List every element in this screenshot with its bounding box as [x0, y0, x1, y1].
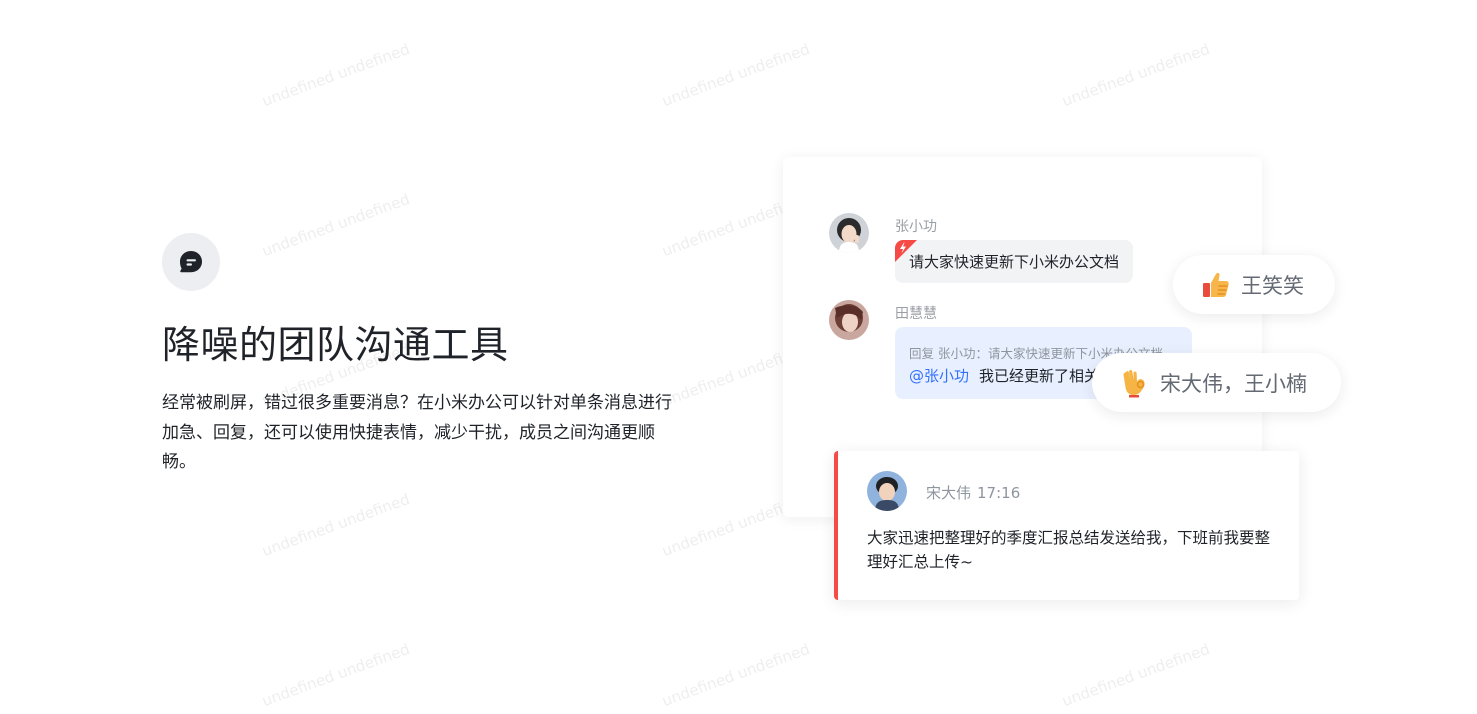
avatar: [829, 213, 869, 253]
chat-bubble-icon: [178, 249, 204, 275]
sender-name: 张小功: [895, 219, 937, 235]
message-meta: 宋大伟 17:16: [926, 482, 1020, 503]
message-bubble[interactable]: 请大家快速更新下小米办公文档: [895, 240, 1134, 283]
watermark-text: undefined undefined: [659, 639, 813, 711]
thumbs-up-icon: [1201, 270, 1231, 300]
feature-page: undefined undefined undefined undefined …: [0, 0, 1477, 714]
feature-icon-circle: [162, 233, 220, 291]
reaction-pill[interactable]: 宋大伟，王小楠: [1092, 353, 1341, 412]
urgent-message-card[interactable]: 宋大伟 17:16 大家迅速把整理好的季度汇报总结发送给我，下班前我要整理好汇总上…: [834, 451, 1299, 600]
watermark-text: undefined undefined: [659, 39, 813, 111]
message-text: 大家迅速把整理好的季度汇报总结发送给我，下班前我要整理好汇总上传~: [867, 529, 1271, 571]
urgent-flag-icon: [895, 240, 917, 262]
message-text: 请大家快速更新下小米办公文档: [909, 253, 1120, 271]
watermark-text: undefined undefined: [259, 489, 413, 561]
sender-name: 田慧慧: [895, 306, 937, 322]
avatar: [867, 471, 907, 511]
feature-description: 经常被刷屏，错过很多重要消息？在小米办公可以针对单条消息进行加急、回复，还可以使…: [162, 393, 672, 472]
watermark-text: undefined undefined: [259, 39, 413, 111]
message-time: 17:16: [977, 484, 1021, 502]
feature-title: 降噪的团队沟通工具: [162, 323, 509, 367]
watermark-text: undefined undefined: [1059, 39, 1213, 111]
sender-name: 宋大伟: [926, 484, 972, 502]
mention-link[interactable]: @张小功: [909, 367, 969, 385]
watermark-text: undefined undefined: [259, 639, 413, 711]
watermark-text: undefined undefined: [1059, 639, 1213, 711]
reaction-users: 宋大伟，王小楠: [1160, 371, 1307, 396]
reaction-pill[interactable]: 王笑笑: [1173, 255, 1335, 314]
avatar: [829, 300, 869, 340]
watermark-text: undefined undefined: [259, 189, 413, 261]
ok-hand-icon: [1120, 368, 1150, 398]
reaction-users: 王笑笑: [1241, 273, 1304, 298]
